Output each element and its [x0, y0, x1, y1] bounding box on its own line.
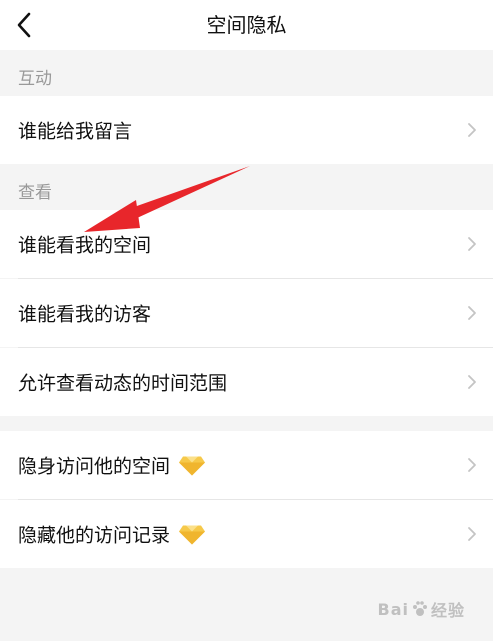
paw-icon — [412, 601, 427, 616]
diamond-icon — [179, 525, 206, 544]
row-who-can-view-visitors[interactable]: 谁能看我的访客 — [0, 279, 493, 347]
row-label: 谁能看我的访客 — [18, 303, 152, 326]
row-label: 谁能看我的空间 — [18, 234, 152, 257]
chevron-right-icon — [468, 527, 476, 541]
section-title: 查看 — [18, 183, 52, 203]
row-hide-visit-record[interactable]: 隐藏他的访问记录 — [0, 500, 493, 568]
row-feed-time-range[interactable]: 允许查看动态的时间范围 — [0, 348, 493, 416]
chevron-right-icon — [468, 237, 476, 251]
row-who-can-comment[interactable]: 谁能给我留言 — [0, 96, 493, 164]
diamond-icon — [179, 456, 206, 475]
row-label: 隐身访问他的空间 — [18, 452, 206, 479]
chevron-right-icon — [468, 306, 476, 320]
chevron-right-icon — [468, 458, 476, 472]
chevron-right-icon — [468, 123, 476, 137]
row-invisible-visit[interactable]: 隐身访问他的空间 — [0, 431, 493, 499]
row-label: 隐藏他的访问记录 — [18, 521, 206, 548]
row-label: 谁能给我留言 — [18, 120, 133, 143]
chevron-right-icon — [468, 375, 476, 389]
section-header-interaction: 互动 — [0, 50, 493, 96]
page-title: 空间隐私 — [206, 13, 287, 37]
section-header-view: 查看 — [0, 164, 493, 210]
row-label: 允许查看动态的时间范围 — [18, 372, 228, 395]
section-title: 互动 — [18, 69, 52, 89]
row-who-can-view-space[interactable]: 谁能看我的空间 — [0, 210, 493, 278]
baidu-watermark: Bai 经验 — [377, 599, 465, 621]
nav-bar: 空间隐私 — [0, 0, 493, 50]
